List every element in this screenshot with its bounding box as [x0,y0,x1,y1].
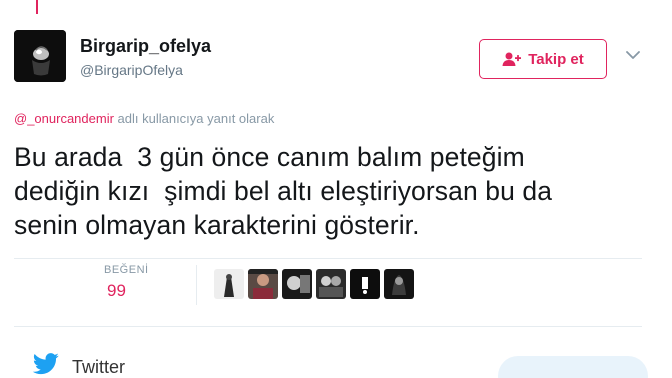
chevron-down-icon[interactable] [624,47,642,63]
likes-label: BEĞENİ [104,264,149,276]
reply-context-text: adlı kullanıcıya yanıt olarak [113,111,275,126]
avatar-image [14,30,66,82]
liker-avatar[interactable] [316,269,346,299]
divider [14,326,642,327]
thread-line [36,0,38,14]
reply-mention-link[interactable]: @_onurcandemir [14,111,114,126]
liker-avatar[interactable] [384,269,414,299]
liker-avatar[interactable] [248,269,278,299]
likes-count[interactable]: 99 [107,281,126,301]
avatar[interactable] [14,30,66,82]
previous-tweet-actions [0,0,672,14]
liker-avatar[interactable] [350,269,380,299]
liker-avatars [214,269,414,299]
follow-button-label: Takip et [528,50,584,68]
follow-button[interactable]: Takip et [479,39,607,79]
liker-avatar[interactable] [282,269,312,299]
add-user-icon [502,52,522,66]
display-name[interactable]: Birgarip_ofelya [80,36,211,57]
footer-action-button[interactable] [498,356,648,378]
user-handle[interactable]: @BirgaripOfelya [80,62,183,78]
liker-avatar[interactable] [214,269,244,299]
twitter-brand-label[interactable]: Twitter [72,357,125,378]
stats-divider [196,265,197,305]
tweet-text: Bu arada 3 gün önce canım balım peteğim … [14,142,553,240]
reply-context: @_onurcandemir adlı kullanıcıya yanıt ol… [14,111,274,126]
divider [14,258,642,259]
twitter-bird-icon[interactable] [32,353,60,375]
